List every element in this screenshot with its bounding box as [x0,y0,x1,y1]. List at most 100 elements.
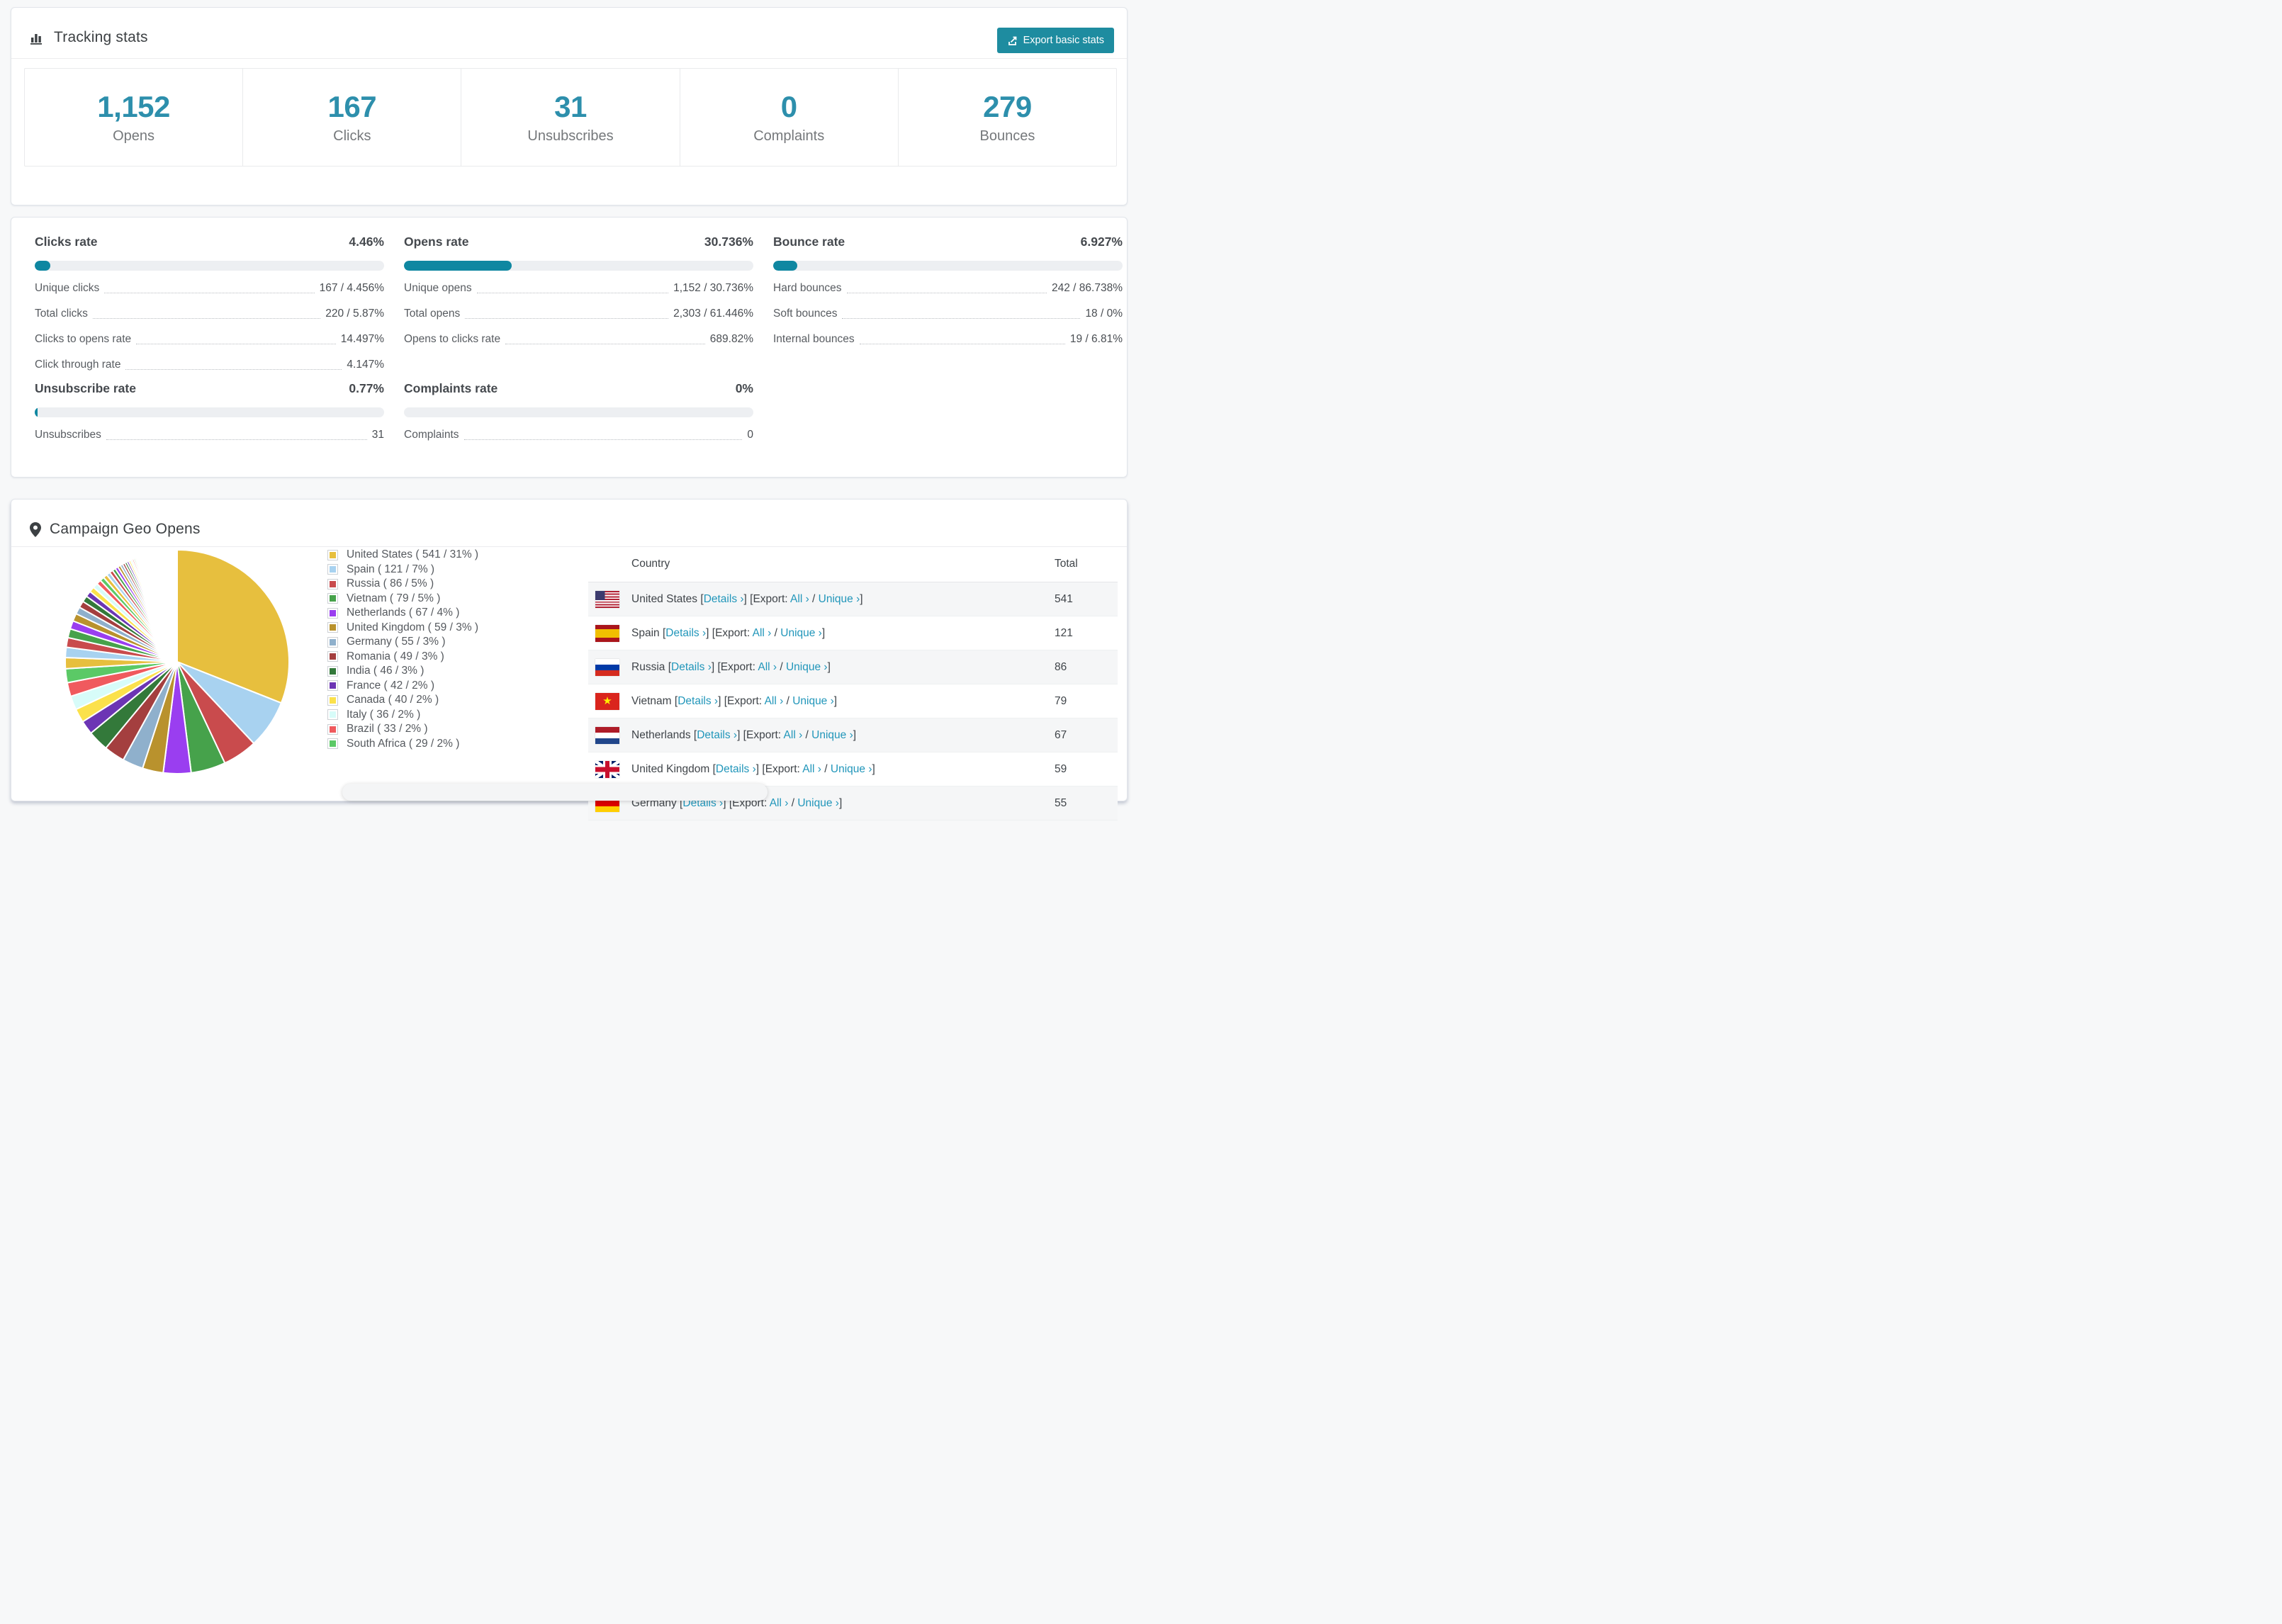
legend-item-brazil: Brazil ( 33 / 2% ) [327,722,478,737]
legend-item-netherlands: Netherlands ( 67 / 4% ) [327,606,478,621]
export-unique-link[interactable]: Unique › [780,627,822,639]
geo-title: Campaign Geo Opens [50,521,201,537]
export-unique-link[interactable]: Unique › [797,797,839,809]
dotted-leader [92,318,321,319]
rate-progress-bar [773,261,1123,271]
rate-percent: 0% [735,381,753,395]
details-link[interactable]: Details › [671,661,712,673]
legend-label: South Africa ( 29 / 2% ) [347,737,460,750]
details-link[interactable]: Details › [678,695,718,707]
legend-swatch [327,564,338,575]
total-cell: 86 [1055,660,1067,673]
export-all-link[interactable]: All › [753,627,772,639]
rate-title: Clicks rate [35,235,98,249]
legend-label: Brazil ( 33 / 2% ) [347,723,428,735]
rate-detail-row: Internal bounces 19 / 6.81% [773,332,1123,347]
details-link[interactable]: Details › [665,627,706,639]
total-cell: 121 [1055,626,1073,639]
opens-rate-block: Opens rate 30.736% Unique opens 1,152 / 30.… [404,235,753,347]
dotted-leader [106,439,367,440]
export-all-link[interactable]: All › [784,729,803,741]
export-all-link[interactable]: All › [758,661,777,673]
legend-label: Netherlands ( 67 / 4% ) [347,607,460,619]
page-title: Tracking stats [54,29,148,45]
export-all-link[interactable]: All › [765,695,784,707]
rate-detail-value: 220 / 5.87% [325,308,384,320]
export-unique-link[interactable]: Unique › [786,661,828,673]
legend-label: Spain ( 121 / 7% ) [347,563,435,575]
rate-detail-value: 167 / 4.456% [319,282,384,294]
table-row-vn: Vietnam [Details ›] [Export: All › / Uni… [588,684,1118,718]
export-basic-stats-button[interactable]: Export basic stats [996,28,1114,53]
stat-label: Opens [113,128,155,144]
legend-label: Canada ( 40 / 2% ) [347,694,439,706]
flag-us-icon [595,590,619,608]
tracking-stats-header: Tracking stats [30,29,148,46]
legend-swatch [327,738,338,750]
details-link[interactable]: Details › [716,763,756,775]
column-header-country: Country [631,557,670,570]
table-row-nl: Netherlands [Details ›] [Export: All › /… [588,718,1118,752]
legend-item-germany: Germany ( 55 / 3% ) [327,635,478,650]
rate-percent: 0.77% [349,381,384,395]
country-cell: Netherlands [Details ›] [Export: All › /… [631,728,857,741]
rate-detail-label: Total clicks [35,308,88,320]
rate-detail-label: Clicks to opens rate [35,333,132,345]
pie-legend: United States ( 541 / 31% ) Spain ( 121 /… [327,548,478,751]
rate-detail-row: Total opens 2,303 / 61.446% [404,306,753,322]
total-cell: 541 [1055,592,1073,605]
country-name: United States [631,592,698,605]
table-row-us: United States [Details ›] [Export: All ›… [588,582,1118,616]
legend-label: Germany ( 55 / 3% ) [347,636,446,648]
export-label: Export: [765,762,800,775]
stat-value: 0 [780,90,797,123]
stat-value: 279 [983,90,1032,123]
details-link[interactable]: Details › [704,593,744,605]
unsubscribe-rate-block: Unsubscribe rate 0.77% Unsubscribes 31 [35,381,384,443]
legend-label: Italy ( 36 / 2% ) [347,708,421,721]
stat-label: Bounces [979,128,1035,144]
export-unique-link[interactable]: Unique › [811,729,853,741]
geo-opens-pie-chart[interactable] [60,544,295,779]
legend-swatch [327,593,338,604]
country-name: United Kingdom [631,762,710,775]
export-label: Export: [720,660,755,673]
bottom-scrollbar[interactable] [342,784,768,801]
legend-item-united-kingdom: United Kingdom ( 59 / 3% ) [327,621,478,636]
legend-swatch [327,651,338,662]
rate-detail-row: Complaints 0 [404,427,753,443]
rate-detail-label: Complaints [404,429,459,441]
rate-detail-value: 18 / 0% [1085,308,1123,320]
geo-header: Campaign Geo Opens [30,521,201,538]
export-unique-link[interactable]: Unique › [792,695,834,707]
rate-progress-bar [404,261,753,271]
export-all-link[interactable]: All › [802,763,821,775]
legend-item-south-africa: South Africa ( 29 / 2% ) [327,737,478,752]
total-cell: 55 [1055,796,1067,809]
table-row-gb: United Kingdom [Details ›] [Export: All … [588,752,1118,786]
legend-swatch [327,680,338,692]
export-unique-link[interactable]: Unique › [831,763,872,775]
export-unique-link[interactable]: Unique › [819,593,860,605]
rate-detail-label: Opens to clicks rate [404,333,501,345]
rate-title: Bounce rate [773,235,845,249]
export-all-link[interactable]: All › [770,797,789,809]
rate-progress-fill [404,261,512,271]
rate-detail-row: Unsubscribes 31 [35,427,384,443]
flag-gb-icon [595,760,619,778]
rate-detail-row: Click through rate 4.147% [35,357,384,373]
stat-value: 31 [554,90,587,123]
stat-value: 167 [327,90,377,123]
total-cell: 67 [1055,728,1067,741]
rate-detail-label: Click through rate [35,359,121,371]
rate-detail-label: Internal bounces [773,333,855,345]
details-link[interactable]: Details › [697,729,737,741]
country-cell: Vietnam [Details ›] [Export: All › / Uni… [631,694,838,707]
export-all-link[interactable]: All › [790,593,809,605]
dotted-leader [463,439,743,440]
total-cell: 59 [1055,762,1067,775]
country-name: Netherlands [631,728,691,741]
rate-detail-value: 1,152 / 30.736% [673,282,753,294]
rate-progress-fill [773,261,798,271]
rate-detail-row: Total clicks 220 / 5.87% [35,306,384,322]
